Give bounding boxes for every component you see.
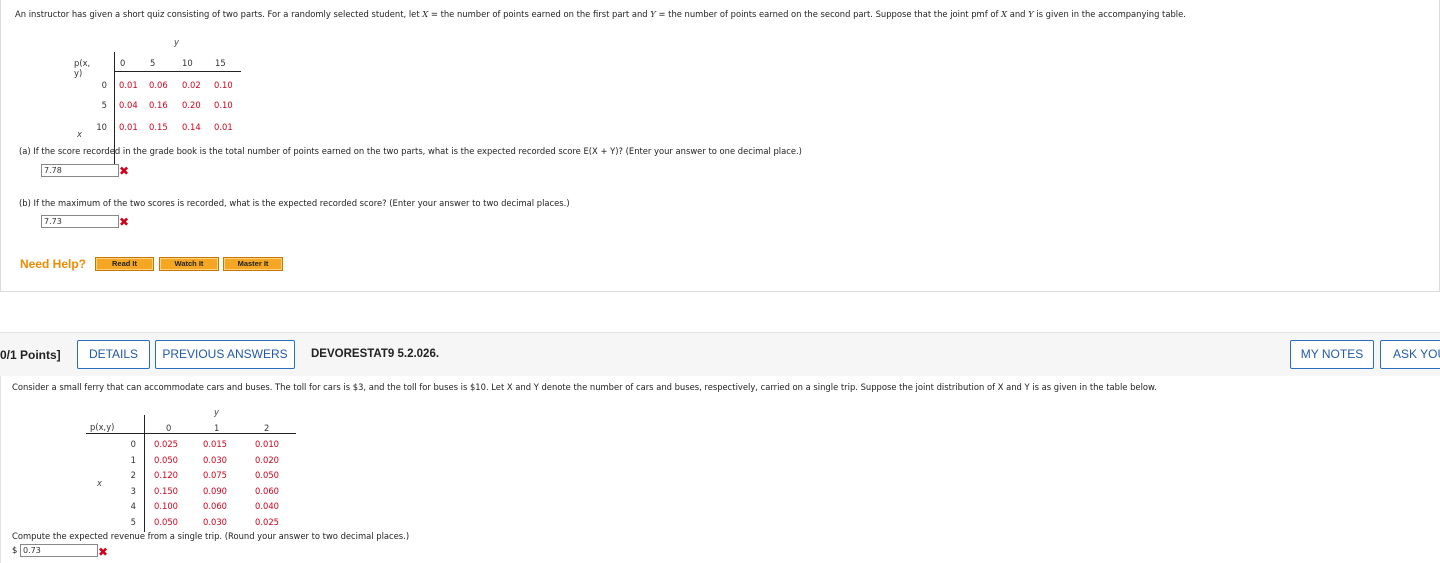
row-header: 0 <box>101 80 107 90</box>
currency-symbol: $ <box>12 545 18 555</box>
table-cell: 0.100 <box>154 501 178 511</box>
table-corner-label: p(x,y) <box>90 422 115 432</box>
table-cell: 0.010 <box>255 439 279 449</box>
table-cell: 0.01 <box>214 122 233 132</box>
table-divider-horizontal <box>114 71 241 72</box>
my-notes-button[interactable]: MY NOTES <box>1290 340 1374 369</box>
table-cell: 0.04 <box>119 100 138 110</box>
previous-answers-button[interactable]: PREVIOUS ANSWERS <box>155 340 295 369</box>
part-a-question: (a) If the score recorded in the grade b… <box>19 146 802 156</box>
question-1-panel: An instructor has given a short quiz con… <box>0 0 1440 292</box>
row-header: 3 <box>130 486 136 496</box>
row-header: 1 <box>130 455 136 465</box>
table-divider-horizontal <box>86 433 296 434</box>
q2-intro: Consider a small ferry that can accommod… <box>12 382 1157 392</box>
table-cell: 0.01 <box>119 122 138 132</box>
table-x-label: x <box>97 478 102 488</box>
q1-intro-text: An instructor has given a short quiz con… <box>15 9 423 19</box>
table-cell: 0.060 <box>255 486 279 496</box>
q1-intro-text: and <box>1007 9 1029 19</box>
col-header: 0 <box>120 58 126 68</box>
table-cell: 0.02 <box>182 80 201 90</box>
revenue-answer-input[interactable]: 0.73 <box>20 544 98 557</box>
table-cell: 0.090 <box>203 486 227 496</box>
q1-intro-text: = the number of points earned on the fir… <box>428 9 651 19</box>
table-cell: 0.01 <box>119 80 138 90</box>
row-header: 2 <box>130 470 136 480</box>
question-code: DEVORESTAT9 5.2.026. <box>311 348 440 360</box>
col-header: 0 <box>166 423 172 433</box>
col-header: 1 <box>214 423 220 433</box>
read-it-button[interactable]: Read It <box>95 257 154 271</box>
table-cell: 0.040 <box>255 501 279 511</box>
table-cell: 0.050 <box>154 517 178 527</box>
row-header: 4 <box>130 501 136 511</box>
row-header: 10 <box>96 122 107 132</box>
table-cell: 0.16 <box>149 100 168 110</box>
table-cell: 0.030 <box>203 455 227 465</box>
table-cell: 0.015 <box>203 439 227 449</box>
table-y-label: y <box>174 37 179 47</box>
watch-it-button[interactable]: Watch It <box>159 257 219 271</box>
table-cell: 0.120 <box>154 470 178 480</box>
table-y-label: y <box>214 407 219 417</box>
table-cell: 0.06 <box>149 80 168 90</box>
table-cell: 0.150 <box>154 486 178 496</box>
incorrect-icon: ✖ <box>119 215 130 229</box>
points-label: 0/1 Points] <box>0 348 61 362</box>
table-cell: 0.030 <box>203 517 227 527</box>
incorrect-icon: ✖ <box>119 164 130 178</box>
col-header: 5 <box>150 58 156 68</box>
col-header: 2 <box>264 423 270 433</box>
col-header: 10 <box>182 58 193 68</box>
part-a-answer-input[interactable]: 7.78 <box>41 164 119 177</box>
row-header: 0 <box>130 439 136 449</box>
table-cell: 0.060 <box>203 501 227 511</box>
details-button[interactable]: DETAILS <box>77 340 150 369</box>
table-cell: 0.15 <box>149 122 168 132</box>
q1-intro: An instructor has given a short quiz con… <box>15 9 1186 19</box>
part-b-answer-input[interactable]: 7.73 <box>41 215 119 228</box>
table-corner-label: p(x, y) <box>74 58 91 78</box>
q2-question: Compute the expected revenue from a sing… <box>12 531 410 541</box>
table-cell: 0.10 <box>214 100 233 110</box>
q1-intro-text: is given in the accompanying table. <box>1033 9 1186 19</box>
table-cell: 0.020 <box>255 455 279 465</box>
ask-your-teacher-button[interactable]: ASK YOU <box>1380 340 1440 369</box>
table-cell: 0.075 <box>203 470 227 480</box>
table-cell: 0.025 <box>154 439 178 449</box>
table-cell: 0.050 <box>255 470 279 480</box>
master-it-button[interactable]: Master It <box>223 257 283 271</box>
col-header: 15 <box>215 58 226 68</box>
need-help-label: Need Help? <box>20 257 87 271</box>
table-cell: 0.025 <box>255 517 279 527</box>
table-cell: 0.050 <box>154 455 178 465</box>
table-cell: 0.20 <box>182 100 201 110</box>
table-cell: 0.14 <box>182 122 201 132</box>
incorrect-icon: ✖ <box>98 545 109 559</box>
part-b-question: (b) If the maximum of the two scores is … <box>19 198 570 208</box>
table-cell: 0.10 <box>214 80 233 90</box>
row-header: 5 <box>130 517 136 527</box>
q1-intro-text: = the number of points earned on the sec… <box>655 9 1002 19</box>
row-header: 5 <box>101 100 107 110</box>
